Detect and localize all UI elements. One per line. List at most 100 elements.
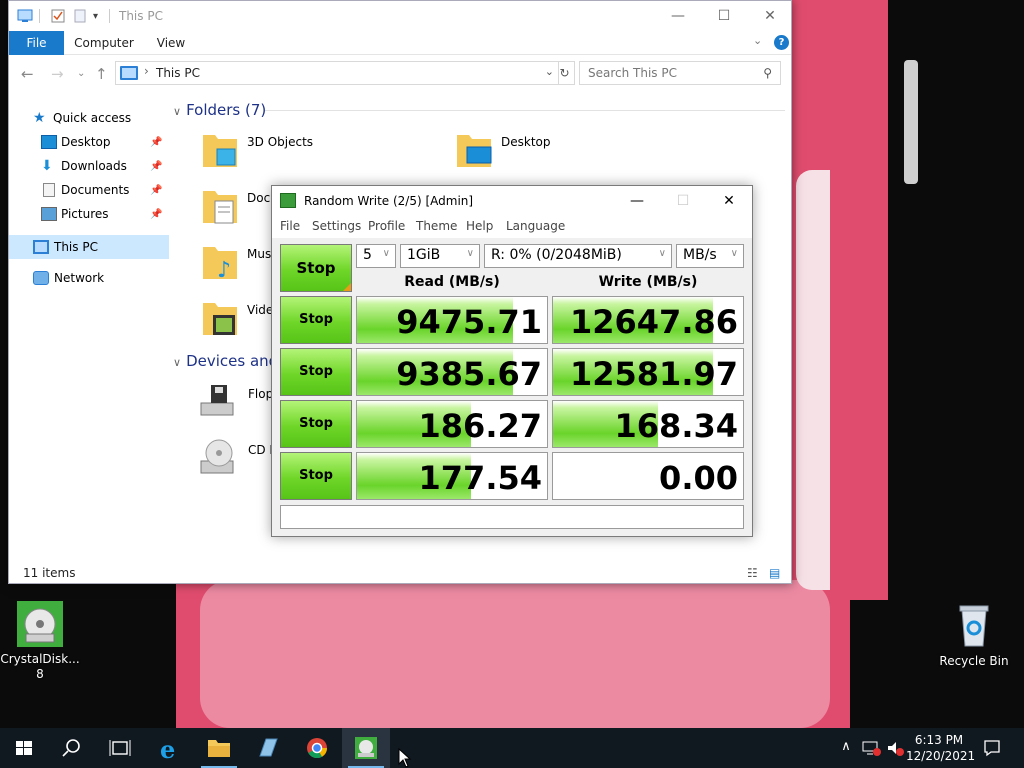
taskbar-chrome[interactable] [293,728,341,768]
nav-desktop[interactable]: Desktop 📌 [9,131,169,153]
menu-help[interactable]: Help [466,219,493,233]
star-icon: ★ [33,110,46,126]
minimize-button[interactable]: — [655,1,701,31]
button-corner-marker [343,283,351,291]
stop-row-1-button[interactable]: Stop [280,296,352,344]
nav-downloads[interactable]: ⬇ Downloads 📌 [9,155,169,177]
task-view-icon [109,740,131,756]
menu-file[interactable]: File [280,219,300,233]
stop-all-button[interactable]: Stop [280,244,352,292]
button-label: Stop [296,259,336,277]
drive-select[interactable]: R: 0% (0/2048MiB) ∨ [484,244,672,268]
network-icon [33,271,49,285]
ribbon-expand-icon[interactable]: ⌄ [753,34,762,47]
read-result-row-4: 177.54 [356,452,548,500]
start-button[interactable] [0,728,48,768]
taskbar-internet-explorer[interactable]: e [146,728,194,768]
nav-pictures[interactable]: Pictures 📌 [9,203,169,225]
customize-qat-icon[interactable]: ▾ [93,11,107,25]
explorer-title-bar[interactable]: ▾ This PC — ☐ ✕ [9,1,791,31]
test-count-select[interactable]: 5 ∨ [356,244,396,268]
show-hidden-icons-button[interactable]: ∧ [836,739,856,754]
taskbar-crystaldiskmark[interactable] [342,728,390,768]
desktop-icon-crystaldiskmark[interactable]: CrystalDisk... 8 [0,600,80,682]
write-column-header: Write (MB/s) [598,274,698,290]
action-center-button[interactable] [978,738,1006,761]
chevron-down-icon: ∨ [466,248,474,259]
properties-icon[interactable] [51,9,65,23]
nav-quick-access[interactable]: ★ Quick access [9,107,169,129]
nav-label: Documents [61,183,130,197]
cdm-close-button[interactable]: ✕ [706,186,752,216]
this-pc-icon [120,66,138,80]
taskbar-file-explorer[interactable] [195,728,243,768]
explorer-window-title: This PC [119,9,163,23]
chevron-down-icon: ∨ [382,248,390,259]
windows-icon [16,741,32,755]
stop-row-2-button[interactable]: Stop [280,348,352,396]
this-pc-icon [17,9,33,23]
download-icon: ⬇ [41,158,53,174]
taskbar-app-2[interactable] [244,728,292,768]
nav-documents[interactable]: Documents 📌 [9,179,169,201]
pin-icon[interactable]: 📌 [150,204,162,226]
read-column-header: Read (MB/s) [404,274,500,290]
volume-tray-icon[interactable] [884,739,906,760]
cdm-menu-bar: File Settings Profile Theme Help Languag… [272,216,752,238]
select-value: R: 0% (0/2048MiB) [491,247,622,263]
large-icons-view-icon[interactable]: ▤ [769,566,780,580]
clock[interactable]: 6:13 PM 12/20/2021 [906,732,975,764]
unit-select[interactable]: MB/s ∨ [676,244,744,268]
up-button[interactable]: ↑ [95,65,108,83]
chrome-icon [307,738,328,759]
search-input[interactable]: Search This PC ⚲ [579,61,781,85]
menu-theme[interactable]: Theme [416,219,457,233]
pin-icon[interactable]: 📌 [150,132,162,154]
pin-icon[interactable]: 📌 [150,156,162,178]
forward-button[interactable]: → [51,65,64,83]
task-view-button[interactable] [96,728,144,768]
new-folder-icon[interactable] [73,9,87,23]
pin-icon[interactable]: 📌 [150,180,162,202]
cdm-minimize-button[interactable]: — [614,186,660,216]
ribbon: File Computer View ⌄ ? [9,31,791,55]
ribbon-tab-computer[interactable]: Computer [71,31,137,55]
notification-icon [984,740,1000,757]
back-button[interactable]: ← [21,65,34,83]
write-result-row-4: 0.00 [552,452,744,500]
test-size-select[interactable]: 1GiB ∨ [400,244,480,268]
refresh-button[interactable]: ↻ [555,61,575,85]
cdm-maximize-button[interactable]: ☐ [660,186,706,216]
ribbon-tab-view[interactable]: View [149,31,193,55]
menu-settings[interactable]: Settings [312,219,361,233]
search-button[interactable] [48,728,96,768]
nav-network[interactable]: Network [9,267,169,289]
devices-group-header[interactable]: ∨ Devices and [173,352,278,370]
nav-label: This PC [54,240,98,254]
cd-drive-icon [197,437,235,477]
maximize-button[interactable]: ☐ [701,1,747,31]
stop-row-4-button[interactable]: Stop [280,452,352,500]
group-title: Folders (7) [186,101,267,119]
network-tray-icon[interactable] [860,739,882,760]
menu-profile[interactable]: Profile [368,219,405,233]
folders-group-header[interactable]: ∨ Folders (7) [173,101,266,119]
address-dropdown-icon[interactable]: ⌄ [545,65,554,78]
desktop-icon-recycle-bin[interactable]: Recycle Bin [934,602,1014,669]
close-button[interactable]: ✕ [747,1,793,31]
recent-locations-button[interactable]: ⌄ [77,68,85,79]
group-divider [265,110,785,111]
address-box[interactable]: › This PC ⌄ [115,61,559,85]
wallpaper-panel [200,580,830,728]
clock-time: 6:13 PM [914,733,964,747]
details-view-icon[interactable]: ☷ [747,566,758,580]
nav-this-pc[interactable]: This PC [9,235,169,259]
menu-language[interactable]: Language [506,219,565,233]
cdm-title-bar[interactable]: Random Write (2/5) [Admin] — ☐ ✕ [272,186,752,216]
cdm-status-bar [280,505,744,529]
stop-row-3-button[interactable]: Stop [280,400,352,448]
help-icon[interactable]: ? [774,35,789,50]
desktop-icon-label: Recycle Bin [939,654,1009,668]
nav-label: Desktop [61,135,111,149]
ribbon-tab-file[interactable]: File [9,31,64,55]
